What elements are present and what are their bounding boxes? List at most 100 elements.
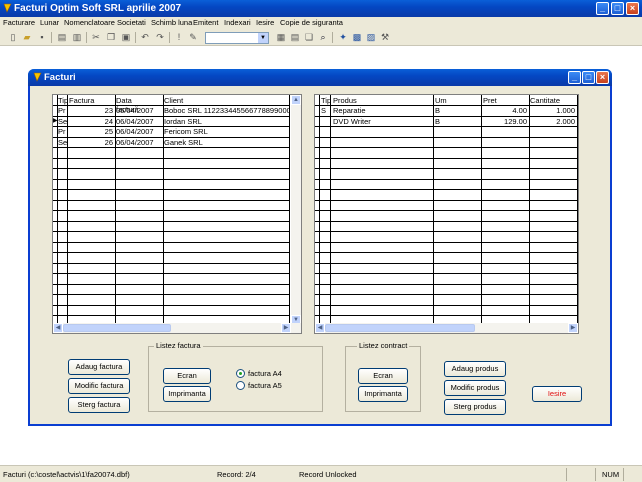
table-cell[interactable]: 2.000 xyxy=(531,117,575,126)
save-icon[interactable]: ▪ xyxy=(37,32,47,42)
tools-icon[interactable]: ⚒ xyxy=(380,32,390,42)
open-folder-icon[interactable]: ▰ xyxy=(22,32,32,42)
table-cell[interactable]: Pr xyxy=(58,127,67,136)
imprimanta-contract-button[interactable]: Imprimanta xyxy=(358,386,408,402)
undo-icon[interactable]: ↶ xyxy=(140,32,150,42)
table-cell[interactable]: 06/04/2007 xyxy=(116,127,162,136)
column-header[interactable]: Pret xyxy=(483,96,497,105)
column-header[interactable]: Tip xyxy=(58,96,68,105)
factura-a5-radio[interactable] xyxy=(236,381,245,390)
menu-emitent[interactable]: Emitent xyxy=(193,18,218,27)
table-cell[interactable]: Se xyxy=(58,117,67,126)
scroll-left-icon[interactable]: ◀ xyxy=(315,323,325,333)
table-cell[interactable]: 05/04/2007 xyxy=(116,106,162,115)
menu-iesire[interactable]: Iesire xyxy=(256,18,274,27)
table-cell[interactable]: B xyxy=(435,117,479,126)
menu-lunar[interactable]: Lunar xyxy=(40,18,59,27)
menu-societati[interactable]: Societati xyxy=(117,18,146,27)
facturi-title-bar: Facturi _ □ × xyxy=(28,69,612,86)
child-minimize-button[interactable]: _ xyxy=(568,71,581,84)
edit-form-icon[interactable]: ▩ xyxy=(352,32,362,42)
table-cell[interactable]: 1.000 xyxy=(531,106,575,115)
scroll-left-icon[interactable]: ◀ xyxy=(53,323,63,333)
iesire-button[interactable]: Iesire xyxy=(532,386,582,402)
window-icon[interactable]: ❏ xyxy=(304,32,314,42)
find-icon[interactable]: ⌕ xyxy=(318,32,328,42)
produse-hscroll[interactable]: ◀ ▶ xyxy=(315,323,578,333)
menu-nomenclatoare[interactable]: Nomenclatoare xyxy=(64,18,115,27)
modific-produs-button[interactable]: Modific produs xyxy=(444,380,506,396)
table-cell[interactable]: Pr xyxy=(58,106,67,115)
table-cell[interactable]: Reparatie xyxy=(333,106,431,115)
column-header[interactable]: Tip xyxy=(321,96,331,105)
table-cell[interactable]: 25 xyxy=(68,127,113,136)
modific-factura-button[interactable]: Modific factura xyxy=(68,378,130,394)
table-cell[interactable]: DVD Writer xyxy=(333,117,431,126)
menu-copie-de-siguranta[interactable]: Copie de siguranta xyxy=(280,18,343,27)
minimize-button[interactable]: _ xyxy=(596,2,609,15)
child-close-button[interactable]: × xyxy=(596,71,609,84)
cut-icon[interactable]: ✂ xyxy=(91,32,101,42)
sterg-produs-button[interactable]: Sterg produs xyxy=(444,399,506,415)
status-bar: Facturi (c:\costel\actvis\1\fa20074.dbf)… xyxy=(0,465,642,482)
table-cell[interactable]: 26 xyxy=(68,138,113,147)
menu-indexari[interactable]: Indexari xyxy=(224,18,251,27)
factura-a5-label[interactable]: factura A5 xyxy=(248,381,282,390)
ecran-factura-button[interactable]: Ecran xyxy=(163,368,211,384)
table-cell[interactable]: 24 xyxy=(68,117,113,126)
modify-icon[interactable]: ✎ xyxy=(188,32,198,42)
factura-a4-label[interactable]: factura A4 xyxy=(248,369,282,378)
properties-icon[interactable]: ▨ xyxy=(366,32,376,42)
print-icon[interactable]: ▤ xyxy=(57,32,67,42)
scroll-up-icon[interactable]: ▲ xyxy=(291,95,301,105)
imprimanta-factura-button[interactable]: Imprimanta xyxy=(163,386,211,402)
menu-facturare[interactable]: Facturare xyxy=(3,18,35,27)
ecran-contract-button[interactable]: Ecran xyxy=(358,368,408,384)
wizard-icon[interactable]: ✦ xyxy=(338,32,348,42)
close-button[interactable]: × xyxy=(626,2,639,15)
table-cell[interactable]: Fericom SRL xyxy=(164,127,289,136)
scroll-right-icon[interactable]: ▶ xyxy=(568,323,578,333)
print-preview-icon[interactable]: ▥ xyxy=(72,32,82,42)
facturi-hscroll[interactable]: ◀ ▶ xyxy=(53,323,301,333)
table-cell[interactable]: Se xyxy=(58,138,67,147)
report-icon[interactable]: ▤ xyxy=(290,32,300,42)
table-cell[interactable]: 23 xyxy=(68,106,113,115)
form-icon[interactable]: ▦ xyxy=(276,32,286,42)
table-cell[interactable]: Ganek SRL xyxy=(164,138,289,147)
paste-icon[interactable]: ▣ xyxy=(121,32,131,42)
facturi-grid[interactable]: Tip Factura Data facturii Client Pr 23 05/… xyxy=(52,94,302,334)
menu-schimb-luna[interactable]: Schimb luna xyxy=(151,18,192,27)
adaug-produs-button[interactable]: Adaug produs xyxy=(444,361,506,377)
new-file-icon[interactable]: ▯ xyxy=(8,32,18,42)
column-header[interactable]: Factura xyxy=(69,96,94,105)
copy-icon[interactable]: ❐ xyxy=(106,32,116,42)
facturi-window: Facturi _ □ × Tip Factura Data facturii … xyxy=(28,69,612,426)
table-cell[interactable]: 129.00 xyxy=(483,117,527,126)
factura-a4-radio[interactable] xyxy=(236,369,245,378)
produse-grid[interactable]: Tip Produs Um Pret Cantitate S Reparatie B… xyxy=(314,94,579,334)
table-cell[interactable]: 06/04/2007 xyxy=(116,138,162,147)
column-header[interactable]: Produs xyxy=(333,96,357,105)
column-header[interactable]: Client xyxy=(164,96,183,105)
table-cell[interactable]: 4.00 xyxy=(483,106,527,115)
table-cell[interactable]: B xyxy=(435,106,479,115)
child-maximize-button[interactable]: □ xyxy=(582,71,595,84)
column-header[interactable]: Um xyxy=(435,96,447,105)
adaug-factura-button[interactable]: Adaug factura xyxy=(68,359,130,375)
toolbar-combo[interactable]: ▼ xyxy=(205,32,269,44)
table-cell[interactable]: Boboc SRL 112233445566778899000 xyxy=(164,106,289,115)
listez-factura-label: Listez factura xyxy=(154,341,203,350)
status-file: Facturi (c:\costel\actvis\1\fa20074.dbf) xyxy=(3,470,130,479)
scroll-thumb[interactable] xyxy=(325,324,475,332)
facturi-vscroll[interactable]: ▲ ▼ xyxy=(291,95,301,325)
redo-icon[interactable]: ↷ xyxy=(155,32,165,42)
table-cell[interactable]: S xyxy=(321,106,330,115)
maximize-button[interactable]: □ xyxy=(611,2,624,15)
run-icon[interactable]: ! xyxy=(174,32,184,42)
sterg-factura-button[interactable]: Sterg factura xyxy=(68,397,130,413)
scroll-thumb[interactable] xyxy=(63,324,171,332)
table-cell[interactable]: 06/04/2007 xyxy=(116,117,162,126)
column-header[interactable]: Cantitate xyxy=(530,96,560,105)
scroll-right-icon[interactable]: ▶ xyxy=(281,323,291,333)
